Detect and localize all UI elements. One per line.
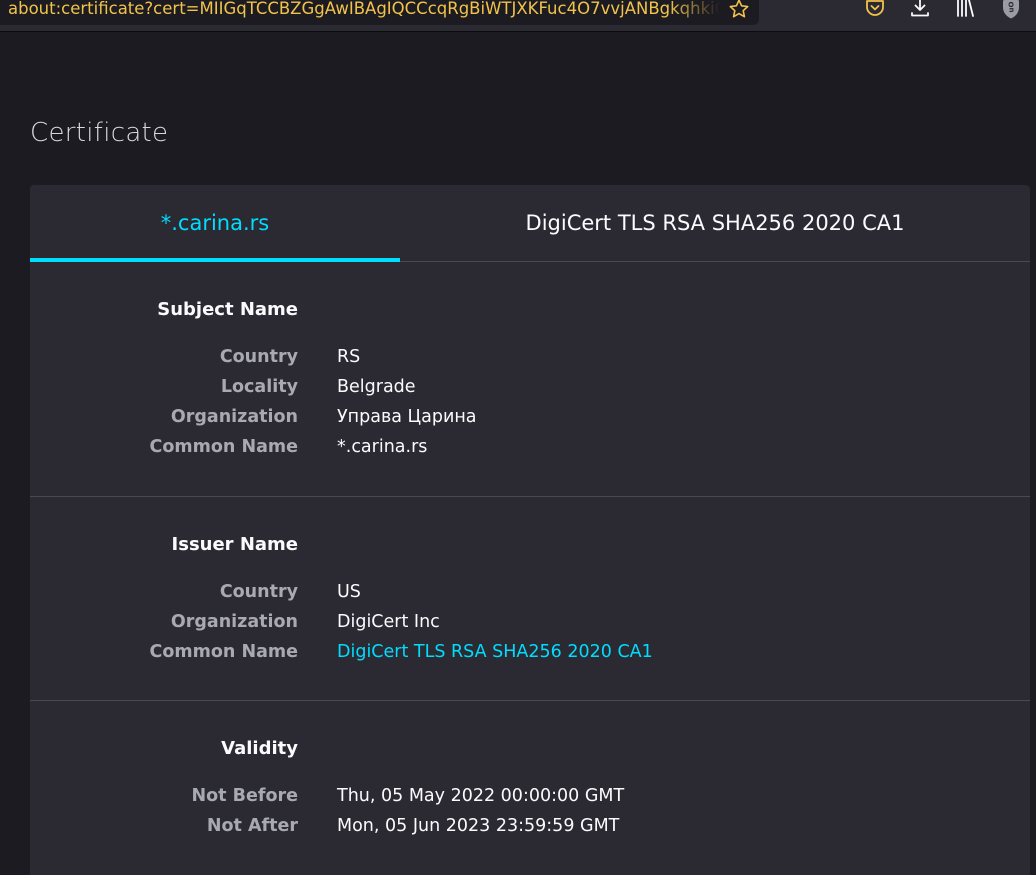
bookmark-star-icon[interactable]	[727, 0, 751, 21]
subject-name-title: Subject Name	[157, 299, 298, 320]
validity-section: Validity Not Before Thu, 05 May 2022 00:…	[30, 701, 1030, 871]
subject-name-section: Subject Name Country RS Locality Belgrad…	[30, 262, 1030, 496]
svg-text:uO: uO	[1008, 1, 1016, 12]
browser-toolbar: about:certificate?cert=MIIGqTCCBZGgAwIBA…	[0, 0, 1036, 32]
subject-locality-label: Locality	[220, 377, 298, 397]
issuer-organization-value: DigiCert Inc	[337, 612, 440, 632]
not-before-label: Not Before	[191, 786, 298, 806]
issuer-name-section: Issuer Name Country US Organization Digi…	[30, 497, 1030, 700]
subject-common-name-label: Common Name	[149, 437, 298, 457]
certificate-tabs: *.carina.rs DigiCert TLS RSA SHA256 2020…	[30, 185, 1030, 262]
subject-country-label: Country	[219, 347, 298, 367]
subject-common-name-value: *.carina.rs	[337, 437, 428, 457]
issuer-common-name-link[interactable]: DigiCert TLS RSA SHA256 2020 CA1	[337, 642, 653, 662]
subject-country-value: RS	[337, 347, 361, 367]
pocket-icon[interactable]	[863, 0, 887, 20]
issuer-common-name-label: Common Name	[149, 642, 298, 662]
issuer-organization-label: Organization	[170, 612, 298, 632]
ublock-origin-icon[interactable]: uO	[999, 0, 1023, 20]
page-title: Certificate	[30, 118, 169, 148]
certificate-card: *.carina.rs DigiCert TLS RSA SHA256 2020…	[30, 185, 1030, 875]
not-before-value: Thu, 05 May 2022 00:00:00 GMT	[337, 786, 625, 806]
subject-organization-value: Управа Царина	[337, 407, 477, 427]
download-icon[interactable]	[908, 0, 932, 20]
not-after-value: Mon, 05 Jun 2023 23:59:59 GMT	[337, 816, 620, 836]
url-text[interactable]: about:certificate?cert=MIIGqTCCBZGgAwIBA…	[8, 0, 720, 25]
url-bar[interactable]: about:certificate?cert=MIIGqTCCBZGgAwIBA…	[0, 0, 759, 25]
tab-issuer-certificate[interactable]: DigiCert TLS RSA SHA256 2020 CA1	[400, 185, 1030, 261]
library-icon[interactable]	[953, 0, 977, 20]
issuer-name-title: Issuer Name	[171, 534, 298, 555]
not-after-label: Not After	[206, 816, 298, 836]
subject-locality-value: Belgrade	[337, 377, 416, 397]
issuer-country-value: US	[337, 582, 361, 602]
validity-title: Validity	[221, 738, 298, 759]
issuer-country-label: Country	[219, 582, 298, 602]
subject-organization-label: Organization	[170, 407, 298, 427]
tab-end-entity-certificate[interactable]: *.carina.rs	[30, 185, 400, 261]
